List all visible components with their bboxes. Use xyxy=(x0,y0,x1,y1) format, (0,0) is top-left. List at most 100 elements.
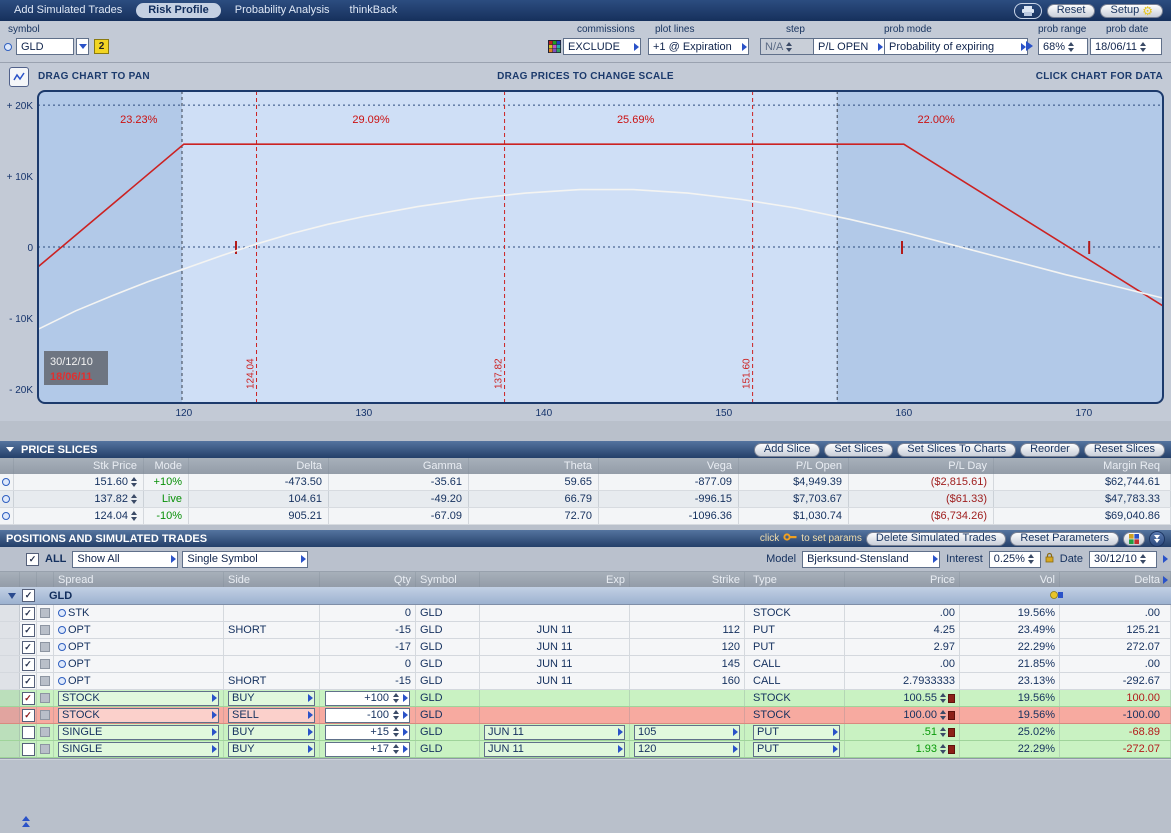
spread-dropdown[interactable]: SINGLE xyxy=(58,724,219,740)
qty-stepper[interactable]: +17 xyxy=(325,741,410,757)
table-options-arrow[interactable] xyxy=(1163,575,1168,584)
spinner-arrows[interactable] xyxy=(131,476,137,488)
spinner-arrows[interactable] xyxy=(393,743,399,755)
spinner-arrows[interactable] xyxy=(940,692,946,704)
side-dropdown[interactable]: BUY xyxy=(228,741,315,757)
reset-slices-button[interactable]: Reset Slices xyxy=(1083,442,1165,457)
tab-probability-analysis[interactable]: Probability Analysis xyxy=(225,0,340,21)
row-checkbox[interactable] xyxy=(21,623,35,637)
row-checkbox[interactable] xyxy=(21,674,35,688)
slice-price-value[interactable]: 124.04 xyxy=(94,510,128,522)
tab-thinkback[interactable]: thinkBack xyxy=(340,0,408,21)
spinner-arrows[interactable] xyxy=(1068,41,1075,53)
model-dropdown[interactable]: Bjerksund-Stensland xyxy=(802,550,941,568)
row-checkbox[interactable] xyxy=(21,742,35,756)
slice-mode[interactable]: Live xyxy=(144,491,189,507)
row-checkbox[interactable] xyxy=(21,725,35,739)
row-drag-handle[interactable] xyxy=(0,673,20,689)
setup-button[interactable]: Setup ⚙ xyxy=(1100,3,1163,18)
type-dropdown[interactable]: PUT xyxy=(753,741,840,757)
pl-mode-dropdown[interactable]: P/L OPEN xyxy=(813,38,885,55)
spinner-arrows[interactable] xyxy=(940,743,946,755)
row-checkbox[interactable] xyxy=(21,657,35,671)
side-dropdown[interactable]: SELL xyxy=(228,707,315,723)
date-spinner[interactable]: 30/12/10 xyxy=(1089,550,1157,568)
spinner-arrows[interactable] xyxy=(1139,553,1146,565)
reset-button[interactable]: Reset xyxy=(1046,3,1096,18)
row-checkbox[interactable] xyxy=(21,640,35,654)
prob-date-spinner[interactable]: 18/06/11 xyxy=(1090,38,1162,55)
spinner-arrows[interactable] xyxy=(786,41,793,53)
spread-dropdown[interactable]: SINGLE xyxy=(58,741,219,757)
filter-expand-arrow[interactable] xyxy=(1163,555,1168,563)
row-drag-handle[interactable] xyxy=(0,741,20,757)
set-slices-to-charts-button[interactable]: Set Slices To Charts xyxy=(897,442,1017,457)
spinner-arrows[interactable] xyxy=(131,510,137,522)
row-drag-handle[interactable] xyxy=(0,707,20,723)
qty-stepper[interactable]: -100 xyxy=(325,707,410,723)
reorder-button[interactable]: Reorder xyxy=(1020,442,1080,457)
prob-range-spinner[interactable]: 68% xyxy=(1038,38,1088,55)
row-checkbox[interactable] xyxy=(21,691,35,705)
symbol-mode-dropdown[interactable]: Single Symbol xyxy=(182,550,309,568)
slice-price-value[interactable]: 151.60 xyxy=(94,476,128,488)
tab-risk-profile[interactable]: Risk Profile xyxy=(136,3,221,18)
spread-dropdown[interactable]: STOCK xyxy=(58,707,219,723)
collapse-triangle-icon[interactable] xyxy=(6,447,14,452)
spinner-arrows[interactable] xyxy=(393,709,399,721)
row-drag-handle[interactable] xyxy=(0,639,20,655)
symbol-warning-badge[interactable]: 2 xyxy=(94,39,109,54)
spinner-arrows[interactable] xyxy=(940,726,946,738)
row-drag-handle[interactable] xyxy=(0,656,20,672)
price-lock-icon[interactable] xyxy=(948,744,955,754)
restore-panel-button[interactable] xyxy=(22,815,30,828)
slice-price-value[interactable]: 137.82 xyxy=(94,493,128,505)
prob-mode-dropdown[interactable]: Probability of expiring xyxy=(884,38,1028,55)
spinner-arrows[interactable] xyxy=(393,726,399,738)
spinner-arrows[interactable] xyxy=(131,493,137,505)
price-lock-icon[interactable] xyxy=(948,693,955,703)
set-slices-button[interactable]: Set Slices xyxy=(824,442,894,457)
symbol-input[interactable]: GLD xyxy=(16,38,74,55)
row-drag-handle[interactable] xyxy=(0,622,20,638)
qty-stepper[interactable]: +15 xyxy=(325,724,410,740)
quick-params-button[interactable] xyxy=(1123,531,1145,546)
spinner-arrows[interactable] xyxy=(1140,41,1147,53)
symbol-dropdown-button[interactable] xyxy=(76,38,89,55)
group-expander-icon[interactable] xyxy=(8,592,16,599)
symbol-group-row[interactable]: GLD xyxy=(0,587,1171,605)
qty-stepper[interactable]: +100 xyxy=(325,690,410,706)
add-slice-button[interactable]: Add Slice xyxy=(753,442,821,457)
row-drag-handle[interactable] xyxy=(0,690,20,706)
collapse-panels-button[interactable] xyxy=(1149,530,1165,547)
slice-mode[interactable]: -10% xyxy=(144,508,189,524)
price-lock-icon[interactable] xyxy=(948,727,955,737)
risk-graph[interactable]: 124.04 137.82 151.60 23.23% 29.09% 25.69% 22.0… xyxy=(0,89,1171,421)
spinner-arrows[interactable] xyxy=(393,692,399,704)
row-checkbox[interactable] xyxy=(21,708,35,722)
group-chart-icon[interactable] xyxy=(1050,590,1064,603)
all-checkbox[interactable] xyxy=(26,552,39,566)
spinner-arrows[interactable] xyxy=(1027,553,1034,565)
plot-lines-dropdown[interactable]: +1 @ Expiration xyxy=(648,38,749,55)
step-spinner[interactable]: N/A xyxy=(760,38,814,55)
prob-mode-expand-arrow[interactable] xyxy=(1026,41,1033,51)
tab-add-simulated-trades[interactable]: Add Simulated Trades xyxy=(4,0,132,21)
exp-dropdown[interactable]: JUN 11 xyxy=(484,741,625,757)
interest-spinner[interactable]: 0.25% xyxy=(988,550,1041,568)
spread-dropdown[interactable]: STOCK xyxy=(58,690,219,706)
group-checkbox[interactable] xyxy=(22,589,35,602)
strike-dropdown[interactable]: 105 xyxy=(634,724,740,740)
delete-simulated-trades-button[interactable]: Delete Simulated Trades xyxy=(865,531,1007,546)
commissions-grid-icon[interactable] xyxy=(548,40,561,53)
reset-parameters-button[interactable]: Reset Parameters xyxy=(1010,531,1119,546)
print-button[interactable] xyxy=(1013,2,1042,19)
type-dropdown[interactable]: PUT xyxy=(753,724,840,740)
row-drag-handle[interactable] xyxy=(0,605,20,621)
commissions-dropdown[interactable]: EXCLUDE xyxy=(563,38,641,55)
strike-dropdown[interactable]: 120 xyxy=(634,741,740,757)
price-lock-icon[interactable] xyxy=(948,710,955,720)
side-dropdown[interactable]: BUY xyxy=(228,724,315,740)
row-drag-handle[interactable] xyxy=(0,724,20,740)
exp-dropdown[interactable]: JUN 11 xyxy=(484,724,625,740)
